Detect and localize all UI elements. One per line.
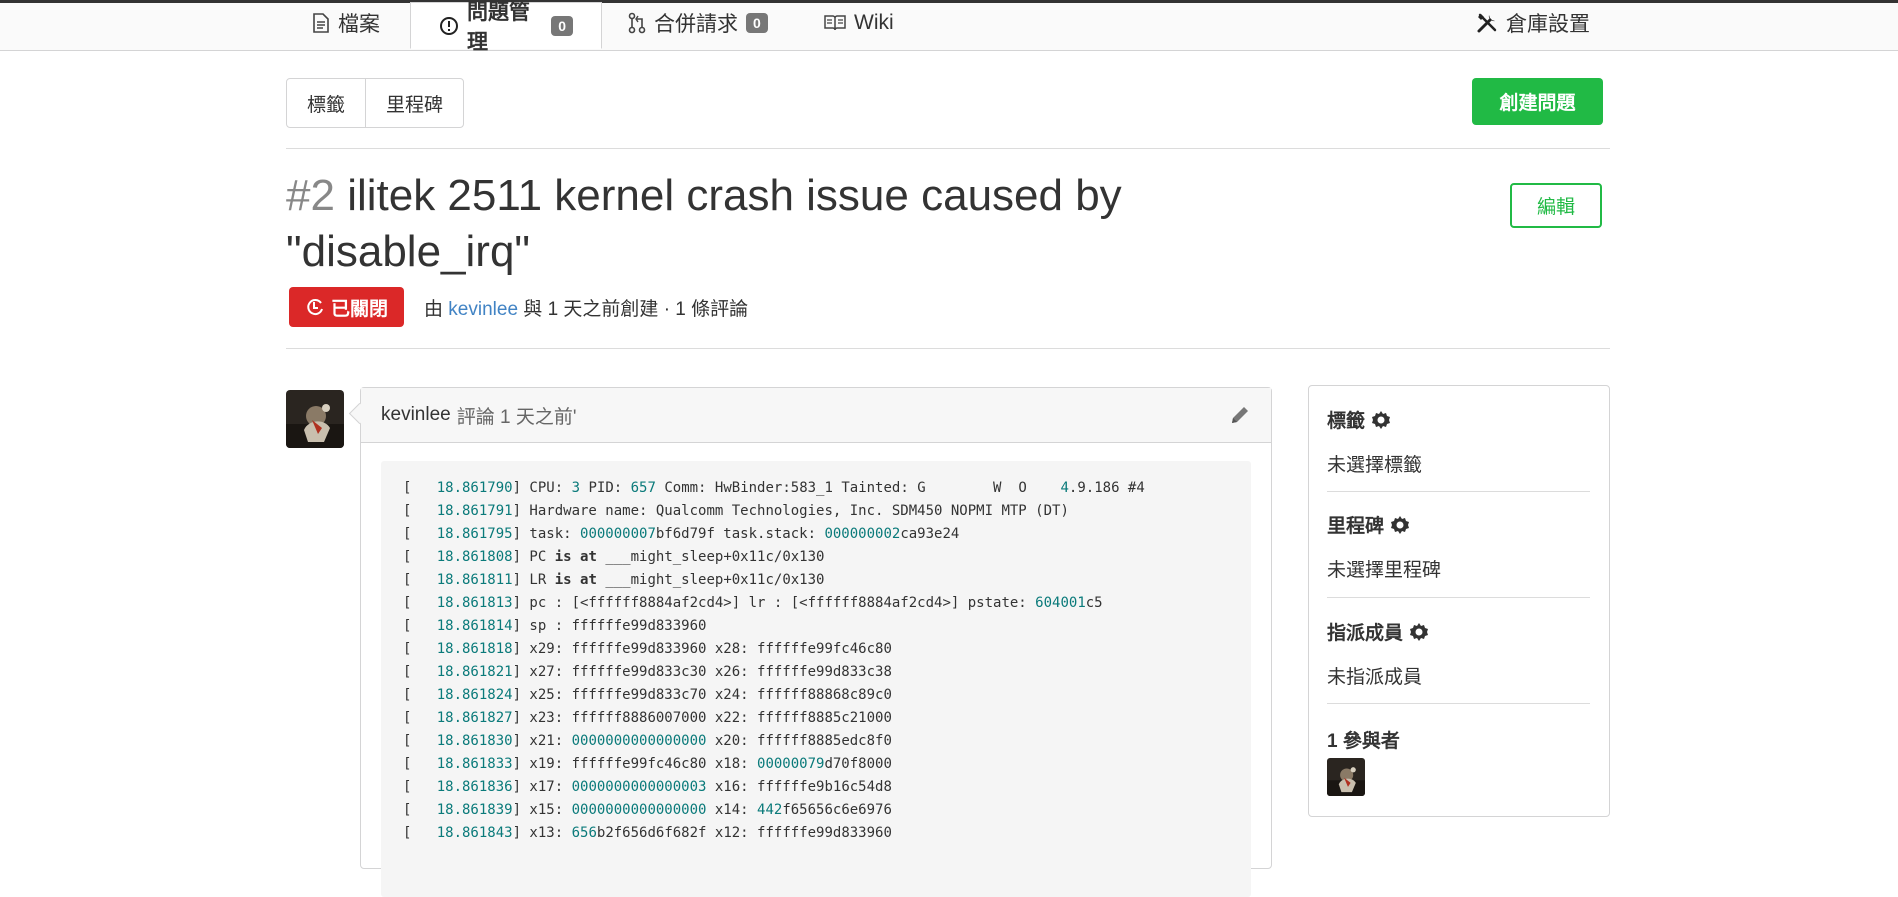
comment-header: kevinlee 評論 1 天之前' [361, 388, 1271, 443]
assignees-value: 未指派成員 [1327, 667, 1423, 688]
tab-files-label: 檔案 [338, 13, 380, 36]
participants-title: 1 參與者 [1327, 731, 1400, 752]
avatar[interactable] [286, 390, 344, 448]
log-line: [ 18.861814] sp : ffffffe99d833960 [403, 618, 707, 634]
issue-meta: 由 kevinlee 與 1 天之前創建 · 1 條評論 [424, 294, 748, 321]
issue-title: #2 ilitek 2511 kernel crash issue caused… [286, 168, 1186, 280]
log-line: [ 18.861811] LR is at ___might_sleep+0x1… [403, 572, 825, 588]
log-line: [ 18.861824] x25: ffffffe99d833c70 x24: … [403, 687, 892, 703]
gear-icon[interactable] [1390, 515, 1410, 535]
kernel-log: [ 18.861790] CPU: 3 PID: 657 Comm: HwBin… [403, 477, 1251, 845]
labels-nav-button[interactable]: 標籤 [287, 79, 365, 127]
log-line: [ 18.861839] x15: 0000000000000000 x14: … [403, 802, 892, 818]
issues-count-badge: 0 [551, 15, 573, 36]
issue-title-text: ilitek 2511 kernel crash issue caused by… [286, 171, 1122, 276]
issue-opened-icon [439, 16, 459, 36]
tab-issues[interactable]: 問題管理 0 [410, 1, 602, 54]
gear-icon[interactable] [1371, 410, 1391, 430]
meta-prefix: 由 [424, 299, 444, 320]
tab-issues-label: 問題管理 [467, 0, 530, 54]
issue-sidebar: 標籤 未選擇標籤 里程碑 未選擇里程碑 指派成員 未指派成員 1 參與者 [1308, 385, 1610, 817]
labels-title-text: 標籤 [1327, 411, 1366, 432]
status-label: 已關閉 [330, 298, 388, 320]
book-icon [824, 14, 846, 32]
issue-closed-icon [305, 297, 325, 317]
tab-files[interactable]: 檔案 [312, 3, 380, 43]
labels-title[interactable]: 標籤 [1327, 406, 1590, 433]
divider [1327, 597, 1590, 598]
repo-tab-bar: 檔案 問題管理 0 合併請求 0 Wiki 倉庫設置 [0, 1, 1898, 54]
assignees-title[interactable]: 指派成員 [1327, 618, 1590, 645]
tab-settings-label: 倉庫設置 [1506, 13, 1590, 36]
milestones-nav-button[interactable]: 里程碑 [365, 79, 463, 127]
author-link[interactable]: kevinlee [448, 299, 518, 320]
code-block: [ 18.861790] CPU: 3 PID: 657 Comm: HwBin… [381, 461, 1251, 897]
milestone-title[interactable]: 里程碑 [1327, 511, 1590, 538]
gear-icon[interactable] [1409, 622, 1429, 642]
comment-author[interactable]: kevinlee [381, 404, 451, 426]
participants-section: 1 參與者 [1327, 726, 1590, 753]
log-line: [ 18.861833] x19: ffffffe99fc46c80 x18: … [403, 756, 892, 772]
log-line: [ 18.861791] Hardware name: Qualcomm Tec… [403, 503, 1069, 519]
log-line: [ 18.861836] x17: 0000000000000003 x16: … [403, 779, 892, 795]
log-line: [ 18.861818] x29: ffffffe99d833960 x28: … [403, 641, 892, 657]
comment-time: 評論 1 天之前' [456, 406, 577, 428]
log-line: [ 18.861830] x21: 0000000000000000 x20: … [403, 733, 892, 749]
edit-title-button[interactable]: 編輯 [1510, 183, 1602, 228]
log-line: [ 18.861813] pc : [<ffffff8884af2cd4>] l… [403, 595, 1103, 611]
tools-icon [1476, 12, 1498, 34]
issue-index: #2 [286, 171, 335, 220]
labels-section: 標籤 未選擇標籤 [1327, 406, 1590, 477]
meta-suffix: 與 1 天之前創建 · 1 條評論 [523, 299, 749, 320]
tab-settings[interactable]: 倉庫設置 [1476, 3, 1590, 43]
labels-value: 未選擇標籤 [1327, 455, 1423, 476]
participant-avatar[interactable] [1327, 758, 1365, 796]
log-line: [ 18.861821] x27: ffffffe99d833c30 x26: … [403, 664, 892, 680]
milestone-value: 未選擇里程碑 [1327, 560, 1442, 581]
pencil-icon[interactable] [1229, 404, 1251, 432]
tab-pull-requests[interactable]: 合併請求 0 [628, 3, 768, 43]
assignees-title-text: 指派成員 [1327, 623, 1404, 644]
log-line: [ 18.861808] PC is at ___might_sleep+0x1… [403, 549, 825, 565]
divider [286, 148, 1610, 149]
divider [1327, 703, 1590, 704]
tab-pull-requests-label: 合併請求 [654, 13, 738, 36]
log-line: [ 18.861795] task: 000000007bf6d79f task… [403, 526, 960, 542]
file-text-icon [312, 13, 330, 33]
tab-wiki[interactable]: Wiki [824, 3, 894, 43]
assignees-section: 指派成員 未指派成員 [1327, 618, 1590, 689]
labels-milestones-nav: 標籤 里程碑 [286, 78, 465, 128]
log-line: [ 18.861790] CPU: 3 PID: 657 Comm: HwBin… [403, 480, 1145, 496]
create-issue-button[interactable]: 創建問題 [1472, 78, 1603, 125]
comment-box: kevinlee 評論 1 天之前' [ 18.861790] CPU: 3 P… [360, 387, 1272, 897]
divider [1327, 491, 1590, 492]
pull-requests-count-badge: 0 [746, 13, 768, 33]
log-line: [ 18.861827] x23: ffffff8886007000 x22: … [403, 710, 892, 726]
milestone-section: 里程碑 未選擇里程碑 [1327, 511, 1590, 582]
divider [286, 348, 1610, 349]
milestone-title-text: 里程碑 [1327, 516, 1385, 537]
status-badge: 已關閉 [289, 287, 404, 327]
git-pull-request-icon [628, 12, 646, 34]
log-line: [ 18.861843] x13: 656b2f656d6f682f x12: … [403, 825, 892, 841]
tab-wiki-label: Wiki [854, 11, 894, 34]
